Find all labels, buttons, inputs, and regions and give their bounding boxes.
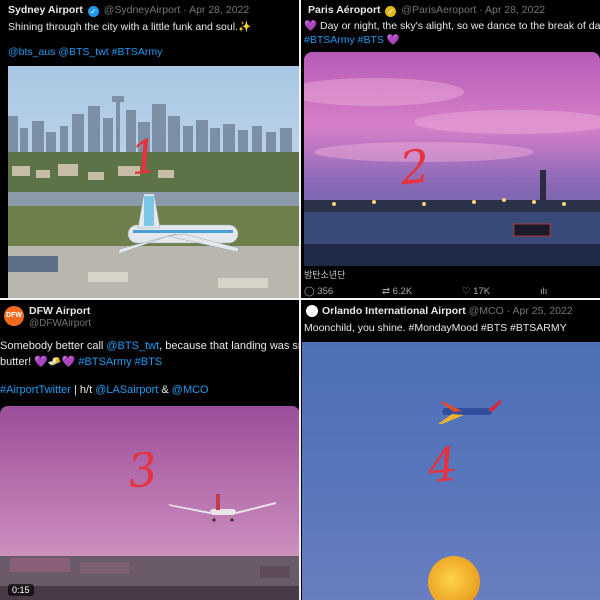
- tweet-dfw-airport[interactable]: DFW DFW Airport @DFWAirport Somebody bet…: [0, 300, 300, 600]
- tweet-text-line2: butter! 💜🧈💜 #BTSArmy #BTS: [0, 356, 163, 368]
- tweet-actions: ◯ 356 ⇄ 6.2K ♡ 17K ılı: [304, 286, 600, 298]
- tweet-header: Sydney Airport ✓ @SydneyAirport · Apr 28…: [8, 4, 249, 17]
- author-handle-date[interactable]: @ParisAeroport · Apr 28, 2022: [401, 4, 545, 16]
- handwritten-number: 2: [397, 138, 433, 196]
- tweet-photo[interactable]: [300, 52, 600, 266]
- hashtag-links[interactable]: #BTSArmy #BTS: [78, 356, 162, 368]
- retweet-icon: ⇄: [382, 286, 390, 297]
- tweet-sydney-airport[interactable]: Sydney Airport ✓ @SydneyAirport · Apr 28…: [0, 0, 300, 300]
- mention-link[interactable]: @MCO: [172, 384, 209, 396]
- purple-heart-icon: 💜: [304, 20, 318, 32]
- tweet-text-line1: Somebody better call @BTS_twt, because t…: [0, 340, 300, 352]
- verified-badge-icon: ✓: [385, 6, 397, 17]
- grid-divider-vertical: [299, 0, 301, 600]
- author-name[interactable]: Paris Aéroport: [308, 4, 381, 16]
- tweet-video[interactable]: [0, 406, 300, 600]
- avatar[interactable]: DFW: [4, 306, 24, 326]
- video-timestamp: 0:15: [8, 584, 34, 596]
- tweet-text: 💜 Day or night, the sky's alight, so we …: [304, 20, 600, 32]
- tweet-paris-aeroport[interactable]: Paris Aéroport ✓ @ParisAeroport · Apr 28…: [300, 0, 600, 300]
- tweet-text: Shining through the city with a little f…: [8, 21, 252, 33]
- paris-airport-photo: [300, 52, 600, 266]
- tweet-orlando-airport[interactable]: Orlando International Airport @MCO · Apr…: [300, 300, 600, 600]
- retweet-button[interactable]: ⇄ 6.2K: [382, 286, 412, 297]
- author-handle-date[interactable]: @MCO · Apr 25, 2022: [469, 305, 573, 317]
- tweet-text: Moonchild, you shine. #MondayMood #BTS #…: [304, 322, 567, 334]
- author-handle-date[interactable]: @SydneyAirport · Apr 28, 2022: [104, 4, 250, 16]
- handwritten-number: 4: [425, 436, 461, 494]
- verified-badge-icon: ✓: [87, 6, 99, 17]
- hashtag-link[interactable]: #AirportTwitter: [0, 384, 71, 396]
- mention-link[interactable]: @LASairport: [95, 384, 158, 396]
- tweet-header: Paris Aéroport ✓ @ParisAeroport · Apr 28…: [308, 4, 545, 17]
- grid-divider-horizontal: [0, 298, 600, 300]
- reply-button[interactable]: ◯ 356: [304, 286, 333, 297]
- author-name[interactable]: Orlando International Airport: [322, 305, 466, 317]
- reply-icon: ◯: [304, 286, 315, 297]
- handwritten-number: 1: [127, 128, 163, 186]
- author-name[interactable]: Sydney Airport: [8, 4, 83, 16]
- bar-chart-icon: ılı: [540, 286, 548, 297]
- dfw-landing-video: [0, 406, 300, 600]
- tweet-text-line3: #AirportTwitter | h/t @LASairport & @MCO: [0, 384, 209, 396]
- tweet-tags[interactable]: #BTSArmy #BTS 💜: [304, 33, 400, 46]
- like-button[interactable]: ♡ 17K: [462, 286, 490, 297]
- mention-link[interactable]: @BTS_twt: [106, 340, 159, 352]
- author-name[interactable]: DFW Airport: [29, 305, 90, 317]
- handwritten-number: 3: [125, 441, 161, 499]
- avatar[interactable]: [306, 305, 318, 317]
- author-handle[interactable]: @DFWAirport: [29, 318, 91, 329]
- views-button[interactable]: ılı: [540, 286, 547, 297]
- tweet-header: Orlando International Airport @MCO · Apr…: [322, 305, 573, 317]
- heart-icon: ♡: [462, 286, 471, 297]
- tweet-tags[interactable]: @bts_aus @BTS_twt #BTSArmy: [8, 46, 162, 58]
- photo-caption: 방탄소년단: [304, 270, 346, 280]
